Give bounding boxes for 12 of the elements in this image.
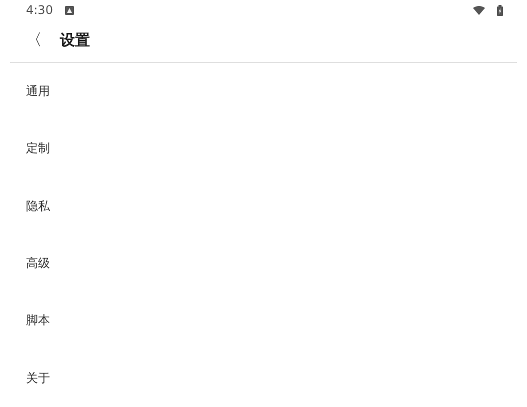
settings-item[interactable]: 脚本 [0, 292, 527, 350]
page-title: 设置 [60, 31, 90, 50]
settings-item[interactable]: 高级 [0, 234, 527, 292]
notification-icon [64, 6, 74, 15]
settings-item[interactable]: 关于 [0, 350, 527, 407]
wifi-icon [473, 6, 485, 15]
settings-item[interactable]: 隐私 [0, 177, 527, 235]
settings-item[interactable]: 通用 [0, 62, 527, 120]
status-time: 4:30 [26, 3, 53, 18]
back-button[interactable]: 〈 [26, 30, 42, 52]
battery-icon [497, 4, 503, 16]
settings-item[interactable]: 定制 [0, 120, 527, 178]
